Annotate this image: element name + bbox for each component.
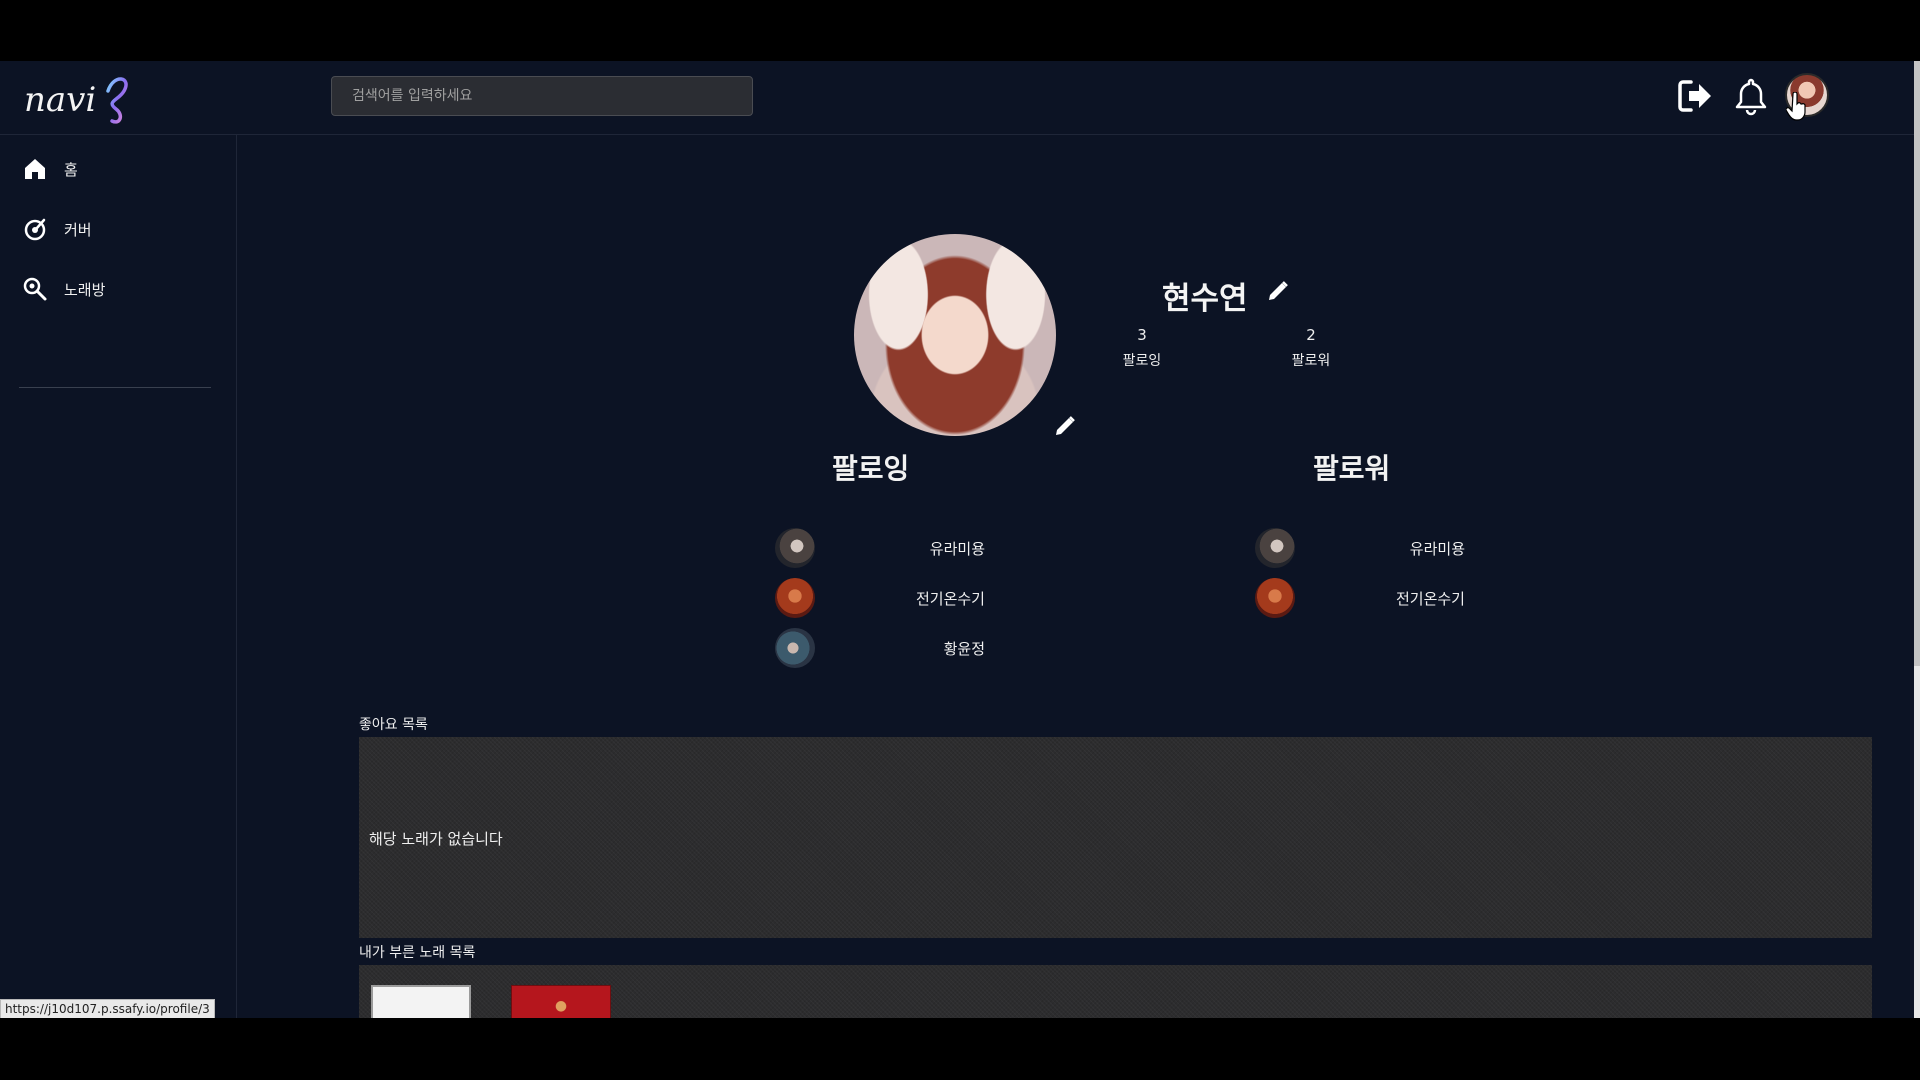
sung-list-label: 내가 부른 노래 목록 bbox=[359, 945, 476, 961]
bell-icon[interactable] bbox=[1729, 74, 1773, 118]
avatar bbox=[1255, 528, 1295, 568]
follower-count-value: 2 bbox=[1306, 326, 1316, 344]
following-user-row[interactable]: 전기온수기 bbox=[775, 578, 985, 618]
cover-icon bbox=[24, 218, 46, 241]
follower-count-label: 팔로워 bbox=[1291, 353, 1331, 369]
avatar bbox=[1255, 578, 1295, 618]
page-scrollbar[interactable] bbox=[1914, 61, 1920, 1018]
avatar bbox=[775, 578, 815, 618]
following-section-title: 팔로잉 bbox=[832, 452, 910, 485]
following-count-value: 3 bbox=[1137, 326, 1147, 344]
profile-name: 현수연 bbox=[1162, 281, 1248, 317]
follower-section-title: 팔로워 bbox=[1313, 452, 1391, 485]
hand-cursor-icon bbox=[1786, 92, 1806, 121]
following-user-row[interactable]: 유라미용 bbox=[775, 528, 985, 568]
sidebar-item-label: 홈 bbox=[64, 160, 78, 179]
logout-icon[interactable] bbox=[1673, 74, 1717, 118]
following-count-label: 팔로잉 bbox=[1122, 353, 1162, 369]
user-name: 전기온수기 bbox=[1395, 590, 1465, 608]
song-thumbnail[interactable] bbox=[371, 985, 471, 1018]
profile-photo bbox=[854, 234, 1056, 436]
navi-logo[interactable]: navi bbox=[24, 71, 134, 127]
search-input[interactable] bbox=[331, 76, 753, 116]
search-mic-icon bbox=[23, 277, 47, 301]
sidebar: 홈 커버 노래방 bbox=[0, 135, 237, 1018]
following-user-row[interactable]: 황윤정 bbox=[775, 628, 985, 668]
follower-user-row[interactable]: 유라미용 bbox=[1255, 528, 1465, 568]
sidebar-item-karaoke[interactable]: 노래방 bbox=[22, 271, 212, 307]
sidebar-item-label: 커버 bbox=[64, 220, 92, 239]
avatar bbox=[775, 528, 815, 568]
liked-list-panel: 해당 노래가 없습니다 bbox=[359, 737, 1872, 938]
follower-count[interactable]: 2 팔로워 bbox=[1271, 326, 1351, 370]
liked-list-label: 좋아요 목록 bbox=[359, 717, 428, 733]
sidebar-item-cover[interactable]: 커버 bbox=[22, 211, 212, 247]
edit-photo-icon[interactable] bbox=[1053, 414, 1077, 438]
sung-list-panel bbox=[359, 965, 1872, 1018]
sidebar-item-label: 노래방 bbox=[64, 280, 106, 299]
song-thumbnail[interactable] bbox=[511, 985, 611, 1018]
sidebar-item-home[interactable]: 홈 bbox=[22, 151, 212, 187]
user-name: 유라미용 bbox=[1409, 540, 1465, 558]
home-icon bbox=[25, 159, 45, 179]
top-header: navi bbox=[0, 61, 1914, 135]
app-window: navi 홈 bbox=[0, 61, 1914, 1018]
logo-text: navi bbox=[24, 80, 96, 120]
user-name: 유라미용 bbox=[929, 540, 985, 558]
scrollbar-thumb[interactable] bbox=[1914, 61, 1920, 666]
status-bar-url: https://j10d107.p.ssafy.io/profile/3 bbox=[0, 999, 215, 1018]
empty-message: 해당 노래가 없습니다 bbox=[369, 830, 503, 848]
sidebar-divider bbox=[19, 387, 211, 388]
follower-user-row[interactable]: 전기온수기 bbox=[1255, 578, 1465, 618]
user-name: 황윤정 bbox=[943, 640, 985, 658]
edit-name-icon[interactable] bbox=[1266, 279, 1290, 303]
following-count[interactable]: 3 팔로잉 bbox=[1102, 326, 1182, 370]
avatar bbox=[775, 628, 815, 668]
user-name: 전기온수기 bbox=[915, 590, 985, 608]
